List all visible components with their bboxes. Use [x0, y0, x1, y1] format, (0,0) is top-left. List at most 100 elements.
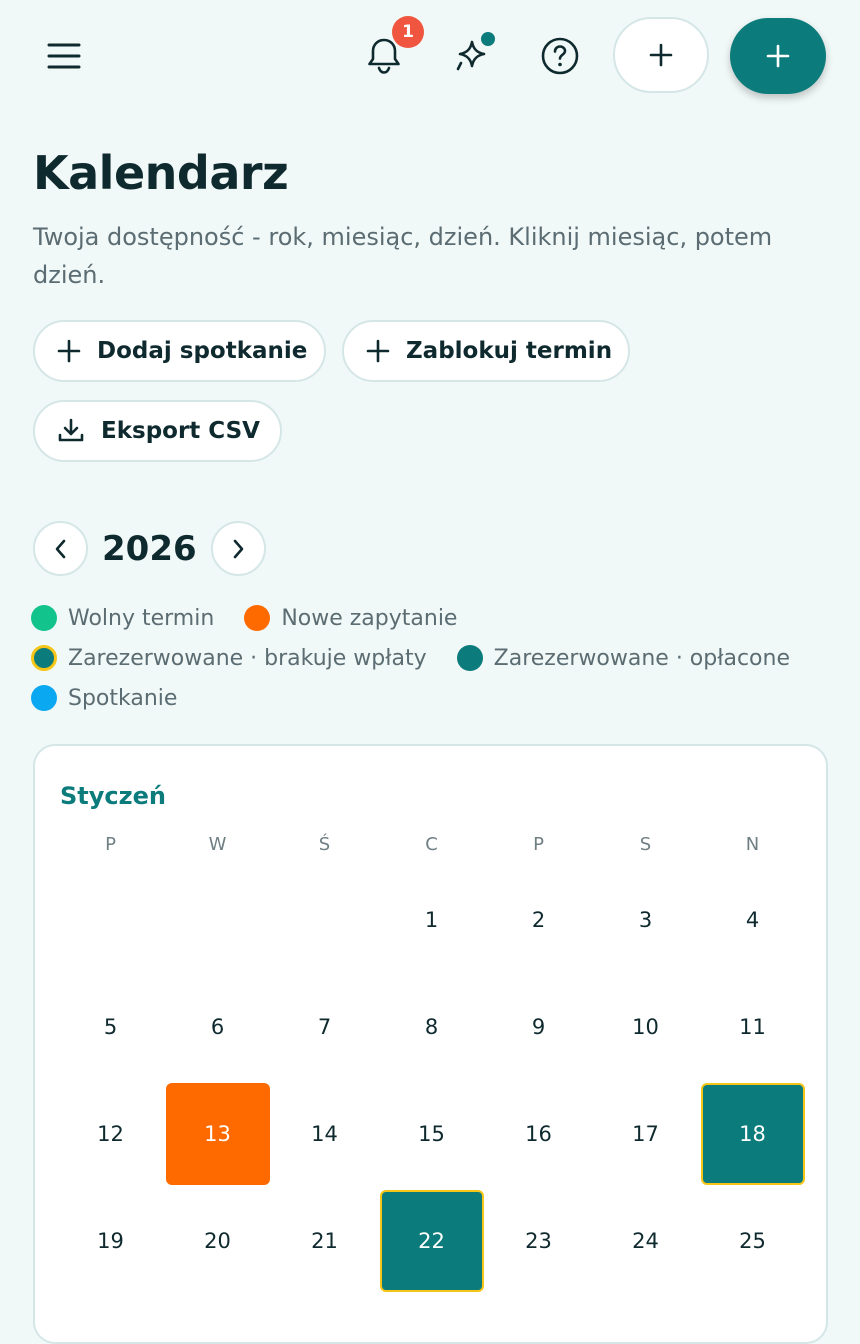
- day-number: 21: [311, 1228, 338, 1253]
- day-number: 11: [739, 1014, 766, 1039]
- day-cell[interactable]: 12: [57, 1080, 164, 1187]
- quick-add-button[interactable]: [613, 17, 709, 93]
- legend-label: Zarezerwowane · brakuje wpłaty: [68, 645, 427, 671]
- day-cell[interactable]: 8: [378, 973, 485, 1080]
- day-cell[interactable]: 18: [699, 1080, 806, 1187]
- status-legend: Wolny termin Nowe zapytanie Zarezerwowan…: [31, 598, 831, 718]
- block-term-button[interactable]: Zablokuj termin: [342, 320, 630, 382]
- day-number: 20: [204, 1228, 231, 1253]
- day-cell[interactable]: 19: [57, 1187, 164, 1294]
- legend-label: Spotkanie: [68, 685, 178, 711]
- day-cell[interactable]: 2: [485, 866, 592, 973]
- legend-label: Zarezerwowane · opłacone: [493, 645, 790, 671]
- day-cell[interactable]: 20: [164, 1187, 271, 1294]
- day-number: 24: [632, 1228, 659, 1253]
- day-number: 22: [379, 1189, 484, 1292]
- weekday-label: W: [208, 834, 227, 855]
- legend-item-free: Wolny termin: [31, 605, 214, 631]
- legend-swatch: [31, 685, 57, 711]
- day-cell[interactable]: 11: [699, 973, 806, 1080]
- day-number: 15: [418, 1121, 445, 1146]
- legend-item-new-request: Nowe zapytanie: [244, 605, 457, 631]
- chevron-right-icon: [233, 539, 244, 558]
- next-year-button[interactable]: [210, 521, 266, 576]
- year-navigation: 2026: [33, 521, 266, 576]
- day-number: 14: [311, 1121, 338, 1146]
- day-number: 25: [739, 1228, 766, 1253]
- day-cell-empty: [271, 866, 378, 973]
- weekday-label: N: [745, 834, 760, 855]
- month-card[interactable]: Styczeń P W Ś C P S N 1 2 3 4 5 6 7 8 9 10 11 12 13 1…: [33, 744, 828, 1344]
- day-number: 7: [317, 1014, 332, 1039]
- legend-item-booked-unpaid: Zarezerwowane · brakuje wpłaty: [31, 645, 427, 671]
- day-cell[interactable]: 24: [592, 1187, 699, 1294]
- day-cell[interactable]: 1: [378, 866, 485, 973]
- export-csv-label: Eksport CSV: [101, 418, 260, 444]
- days-grid: 1 2 3 4 5 6 7 8 9 10 11 12 13 14 15 16 17 18 19 20 21 22 23 24 2…: [57, 866, 806, 1294]
- day-number: 2: [531, 907, 546, 932]
- legend-label: Nowe zapytanie: [281, 605, 458, 631]
- day-number: 19: [97, 1228, 124, 1253]
- legend-swatch: [31, 645, 57, 671]
- day-cell[interactable]: 14: [271, 1080, 378, 1187]
- legend-swatch: [456, 645, 483, 671]
- download-icon: [58, 418, 84, 442]
- day-cell[interactable]: 23: [485, 1187, 592, 1294]
- day-number: 5: [103, 1014, 118, 1039]
- page-title: Kalendarz: [33, 146, 289, 200]
- previous-year-button[interactable]: [33, 521, 88, 576]
- legend-item-booked-paid: Zarezerwowane · opłacone: [456, 645, 790, 671]
- weekday-label: P: [105, 834, 116, 855]
- add-meeting-button[interactable]: Dodaj spotkanie: [33, 320, 326, 382]
- day-cell[interactable]: 22: [378, 1187, 485, 1294]
- chevron-left-icon: [55, 539, 65, 558]
- legend-swatch: [244, 605, 271, 631]
- question-circle-icon[interactable]: [534, 30, 586, 82]
- hamburger-menu-icon[interactable]: [40, 32, 88, 80]
- export-csv-button[interactable]: Eksport CSV: [33, 400, 282, 462]
- legend-item-meeting: Spotkanie: [31, 685, 177, 711]
- day-cell[interactable]: 17: [592, 1080, 699, 1187]
- primary-add-button[interactable]: [730, 18, 826, 94]
- day-number: 4: [745, 907, 760, 932]
- day-cell-empty: [164, 866, 271, 973]
- block-term-label: Zablokuj termin: [406, 338, 613, 364]
- day-cell[interactable]: 6: [164, 973, 271, 1080]
- weekday-label: C: [425, 834, 438, 855]
- day-number: 10: [632, 1014, 659, 1039]
- day-number: 6: [210, 1014, 225, 1039]
- add-meeting-label: Dodaj spotkanie: [97, 338, 308, 364]
- plus-icon: [649, 43, 673, 67]
- day-cell[interactable]: 7: [271, 973, 378, 1080]
- day-number: 23: [525, 1228, 552, 1253]
- legend-label: Wolny termin: [68, 605, 215, 631]
- day-number: 9: [531, 1014, 546, 1039]
- day-number: 8: [424, 1014, 439, 1039]
- legend-swatch: [31, 605, 57, 631]
- day-cell[interactable]: 13: [164, 1080, 271, 1187]
- page-subtitle: Twoja dostępność - rok, miesiąc, dzień. …: [33, 223, 773, 289]
- day-cell[interactable]: 4: [699, 866, 806, 973]
- current-year: 2026: [102, 528, 197, 569]
- day-cell[interactable]: 3: [592, 866, 699, 973]
- day-cell[interactable]: 21: [271, 1187, 378, 1294]
- weekday-label: P: [533, 834, 544, 855]
- day-cell-empty: [57, 866, 164, 973]
- new-feature-dot: [481, 32, 495, 46]
- day-number: 12: [97, 1121, 124, 1146]
- day-cell[interactable]: 5: [57, 973, 164, 1080]
- plus-icon: [57, 339, 81, 363]
- day-cell[interactable]: 25: [699, 1187, 806, 1294]
- day-cell[interactable]: 10: [592, 973, 699, 1080]
- top-bar: 1: [0, 0, 860, 112]
- day-number: 17: [632, 1121, 659, 1146]
- month-title[interactable]: Styczeń: [60, 782, 166, 810]
- plus-icon: [366, 339, 390, 363]
- day-number: 1: [424, 907, 439, 932]
- day-cell[interactable]: 15: [378, 1080, 485, 1187]
- day-cell[interactable]: 9: [485, 973, 592, 1080]
- day-number: 16: [525, 1121, 552, 1146]
- day-cell[interactable]: 16: [485, 1080, 592, 1187]
- plus-icon: [766, 44, 790, 68]
- day-number: 13: [165, 1082, 270, 1185]
